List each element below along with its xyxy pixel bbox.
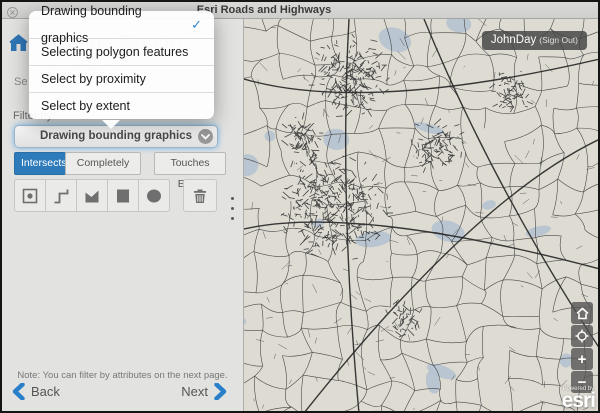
rectangle-icon [114, 187, 132, 205]
checkmark-icon: ✓ [191, 11, 202, 38]
circle-icon [145, 187, 163, 205]
user-badge: JohnDay (Sign Out) [482, 31, 587, 50]
chevron-right-icon [214, 383, 227, 400]
select-label-fragment: Se [14, 76, 27, 88]
tab-intersects[interactable]: Intersects [14, 152, 66, 175]
select-point-tool-button[interactable] [14, 179, 46, 212]
selection-method-menu: Drawing bounding graphics ✓ Selecting po… [29, 11, 214, 119]
next-button[interactable]: Next [181, 383, 227, 400]
draw-polygon-tool-button[interactable] [76, 179, 108, 212]
draw-line-tool-button[interactable] [45, 179, 77, 212]
zoom-in-button[interactable]: + [571, 348, 593, 370]
road-network-layer [244, 19, 598, 411]
home-icon [576, 307, 589, 320]
map-controls: + − [571, 302, 593, 393]
home-report-icon[interactable] [9, 34, 28, 58]
esri-logo-text: esri [562, 392, 595, 410]
draw-toolbar [14, 179, 217, 212]
wizard-note: Note: You can filter by attributes on th… [2, 370, 243, 381]
tab-completely-within[interactable]: Completely Within [65, 152, 141, 175]
next-label: Next [181, 384, 208, 399]
menu-item-select-by-proximity[interactable]: Select by proximity [29, 65, 214, 92]
tab-touches-edge[interactable]: Touches Edge [154, 152, 226, 175]
user-name: JohnDay [491, 34, 536, 46]
draw-rectangle-tool-button[interactable] [107, 179, 139, 212]
locate-button[interactable] [571, 325, 593, 347]
selection-method-value: Drawing bounding graphics [40, 130, 192, 142]
esri-attribution: Powered by esri [562, 386, 595, 410]
app-window: Esri Roads and Highways Mileage Report F… [0, 0, 600, 413]
chevron-down-icon [198, 129, 213, 144]
map-canvas[interactable]: JohnDay (Sign Out) + − Powered by esri [244, 19, 598, 411]
draw-circle-tool-button[interactable] [138, 179, 170, 212]
menu-item-drawing-bounding-graphics[interactable]: Drawing bounding graphics ✓ [29, 11, 214, 38]
back-label: Back [31, 384, 60, 399]
polygon-icon [83, 187, 101, 205]
menu-item-select-by-extent[interactable]: Select by extent [29, 92, 214, 119]
chevron-left-icon [12, 383, 25, 400]
polyline-icon [52, 187, 70, 205]
menu-item-selecting-polygon-features[interactable]: Selecting polygon features [29, 38, 214, 65]
back-button[interactable]: Back [12, 383, 60, 400]
close-icon[interactable] [7, 5, 18, 16]
window-title: Esri Roads and Highways [197, 4, 331, 16]
locate-icon [575, 329, 589, 343]
trash-icon [191, 187, 209, 205]
menu-pointer-arrow [102, 120, 120, 129]
home-extent-button[interactable] [571, 302, 593, 324]
point-in-square-icon [21, 187, 39, 205]
clear-graphics-button[interactable] [183, 179, 217, 212]
panel-resize-handle[interactable] [231, 197, 234, 220]
sign-out-link[interactable]: (Sign Out) [539, 35, 578, 45]
spatial-relation-tabs: Intersects Completely Within Touches Edg… [14, 152, 226, 175]
